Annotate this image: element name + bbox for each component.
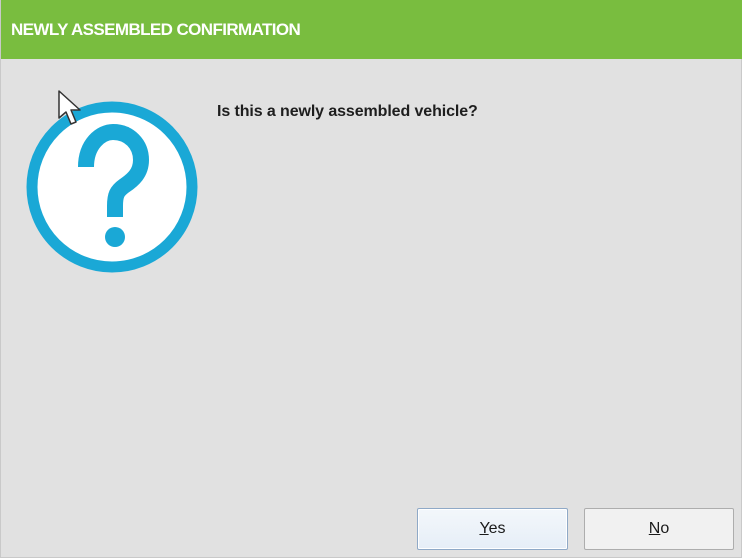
yes-button[interactable]: Yes xyxy=(417,508,568,550)
mouse-cursor-icon xyxy=(58,90,81,125)
yes-button-label: Yes xyxy=(479,520,506,537)
dialog-title: NEWLY ASSEMBLED CONFIRMATION xyxy=(11,20,301,39)
dialog-title-bar: NEWLY ASSEMBLED CONFIRMATION xyxy=(1,0,742,59)
no-button-label: No xyxy=(648,520,670,537)
confirmation-dialog: NEWLY ASSEMBLED CONFIRMATION Is this a n… xyxy=(0,0,742,558)
no-button[interactable]: No xyxy=(584,508,734,550)
dialog-message: Is this a newly assembled vehicle? xyxy=(217,103,478,120)
question-icon xyxy=(26,101,198,273)
